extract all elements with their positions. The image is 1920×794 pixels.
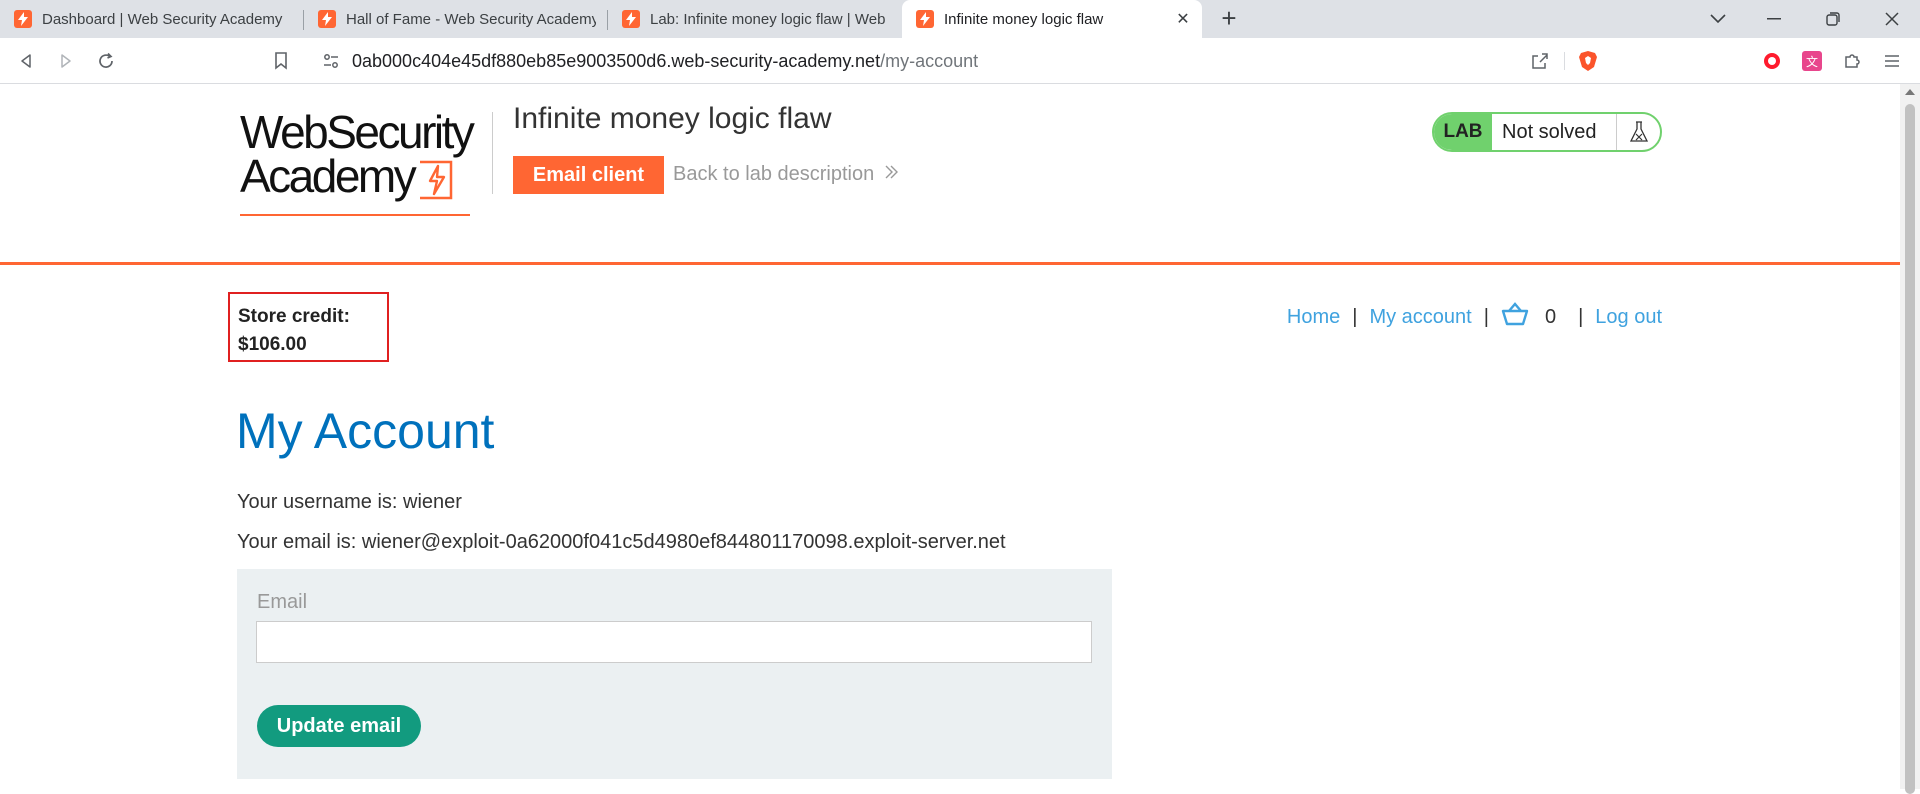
close-window-icon[interactable] <box>1864 0 1920 38</box>
nav-separator: | <box>1578 305 1584 328</box>
new-tab-button[interactable]: + <box>1214 4 1244 34</box>
back-arrow-icon[interactable] <box>12 47 40 75</box>
page-title: My Account <box>236 403 495 459</box>
url-host: 0ab000c404e45df880eb85e9003500d6.web-sec… <box>352 51 881 71</box>
store-credit-amount: $106.00 <box>238 334 307 355</box>
scroll-up-arrow-icon[interactable] <box>1905 89 1915 95</box>
share-icon[interactable] <box>1530 51 1550 76</box>
browser-tab-active[interactable]: Infinite money logic flaw ✕ <box>902 0 1202 38</box>
nav-separator: | <box>1483 305 1489 328</box>
lab-status-widget: LAB Not solved <box>1432 112 1662 152</box>
flask-icon <box>1616 114 1660 150</box>
nav-cart-link[interactable]: 0 <box>1501 302 1566 332</box>
double-chevron-right-icon <box>884 163 900 186</box>
address-bar[interactable]: 0ab000c404e45df880eb85e9003500d6.web-sec… <box>310 44 1612 78</box>
logo-underline <box>240 214 470 216</box>
restore-window-icon[interactable] <box>1805 0 1861 38</box>
browser-tab-lab-description[interactable]: Lab: Infinite money logic flaw | Web Sec… <box>608 0 900 38</box>
top-nav: Home | My account | 0 | Log out <box>1287 302 1662 332</box>
address-url[interactable]: 0ab000c404e45df880eb85e9003500d6.web-sec… <box>352 44 978 78</box>
tab-title: Dashboard | Web Security Academy <box>42 10 283 28</box>
tab-title: Lab: Infinite money logic flaw | Web Sec… <box>650 10 890 28</box>
lab-status-text: Not solved <box>1502 120 1597 143</box>
academy-favicon-icon <box>916 10 934 28</box>
reload-icon[interactable] <box>92 47 120 75</box>
email-field-label: Email <box>257 591 308 613</box>
nav-separator: | <box>1352 305 1358 328</box>
store-credit-label: Store credit: <box>238 306 350 327</box>
back-to-lab-description-link[interactable]: Back to lab description <box>673 163 900 186</box>
bookmark-icon[interactable] <box>267 47 295 75</box>
academy-favicon-icon <box>318 10 336 28</box>
scrollbar-thumb[interactable] <box>1905 104 1915 794</box>
lab-title: Infinite money logic flaw <box>513 102 832 135</box>
cart-basket-icon <box>1501 302 1529 332</box>
academy-favicon-icon <box>14 10 32 28</box>
extensions-puzzle-icon[interactable] <box>1838 47 1866 75</box>
tab-search-chevron-down-icon[interactable] <box>1690 0 1746 38</box>
lab-badge: LAB <box>1434 114 1492 150</box>
email-client-button[interactable]: Email client <box>513 156 664 194</box>
opera-record-icon[interactable] <box>1758 47 1786 75</box>
url-path: /my-account <box>880 51 979 71</box>
brave-shields-icon[interactable] <box>1578 50 1598 77</box>
forward-arrow-icon[interactable] <box>52 47 80 75</box>
nav-home-link[interactable]: Home <box>1287 306 1340 329</box>
email-field[interactable] <box>256 621 1092 663</box>
nav-log-out-link[interactable]: Log out <box>1595 306 1662 329</box>
browser-tab-hall-of-fame[interactable]: Hall of Fame - Web Security Academy <box>304 0 606 38</box>
tab-title: Hall of Fame - Web Security Academy <box>346 10 596 28</box>
close-tab-icon[interactable]: ✕ <box>1174 9 1192 29</box>
email-line: Your email is: wiener@exploit-0a62000f04… <box>237 531 1006 553</box>
logo-line-2: Academy <box>240 150 417 202</box>
browser-tab-bar: Dashboard | Web Security Academy Hall of… <box>0 0 1920 38</box>
academy-bolt-icon <box>418 160 454 205</box>
svg-text:文: 文 <box>1806 54 1818 69</box>
logo-line-1: WebSecurity <box>240 106 475 158</box>
site-settings-icon[interactable] <box>322 52 340 75</box>
store-credit-box: Store credit: $106.00 <box>228 292 389 362</box>
browser-tab-dashboard[interactable]: Dashboard | Web Security Academy <box>0 0 302 38</box>
update-email-form: Email Update email <box>237 569 1112 779</box>
browser-menu-icon[interactable] <box>1878 47 1906 75</box>
academy-favicon-icon <box>622 10 640 28</box>
back-link-label: Back to lab description <box>673 163 875 185</box>
update-email-button[interactable]: Update email <box>257 705 421 747</box>
nav-my-account-link[interactable]: My account <box>1369 306 1471 329</box>
web-security-academy-logo[interactable]: WebSecurity Academy <box>240 106 490 216</box>
minimize-window-icon[interactable] <box>1746 0 1802 38</box>
header-orange-rule <box>0 262 1900 265</box>
omnibox-divider <box>1564 52 1565 70</box>
header-divider <box>492 112 493 194</box>
page-scrollbar[interactable] <box>1900 84 1920 794</box>
translate-extension-icon[interactable]: 文 <box>1798 47 1826 75</box>
browser-toolbar: 0ab000c404e45df880eb85e9003500d6.web-sec… <box>0 38 1920 84</box>
tab-title: Infinite money logic flaw <box>944 10 1104 28</box>
cart-count: 0 <box>1544 305 1557 328</box>
username-line: Your username is: wiener <box>237 491 462 513</box>
web-page: WebSecurity Academy Infinite money logic… <box>0 84 1900 789</box>
